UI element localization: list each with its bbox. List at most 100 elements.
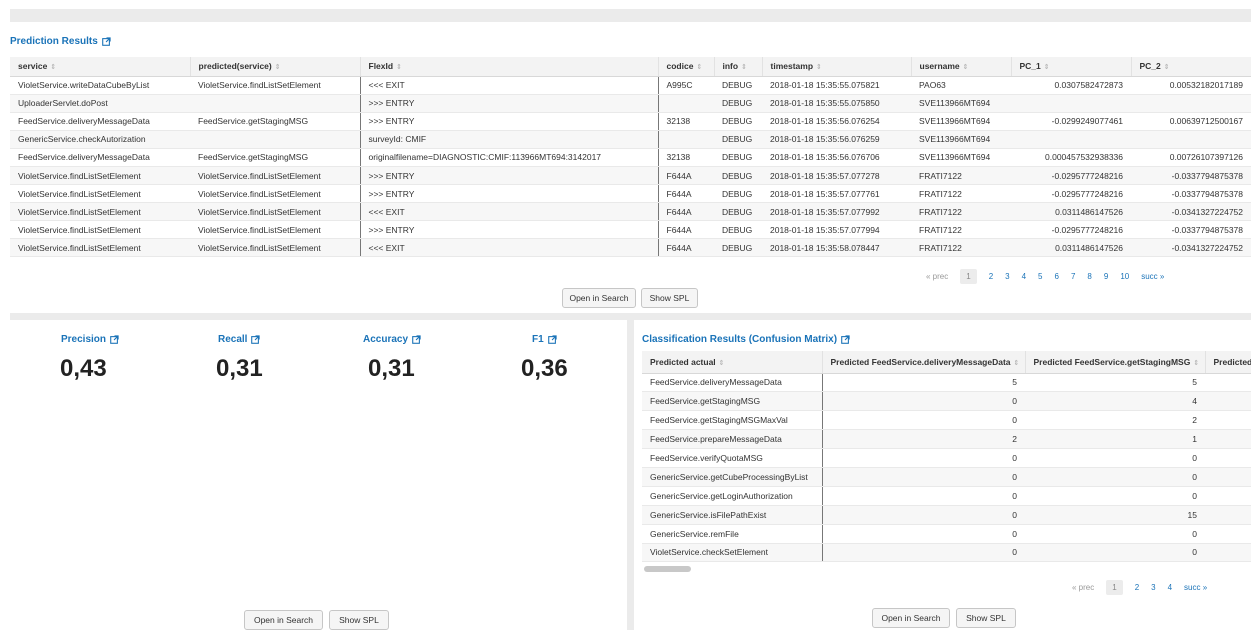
table-row[interactable]: FeedService.prepareMessageData 2 1 (642, 429, 1251, 450)
precision-label[interactable]: Precision (61, 334, 119, 345)
table-cell (1011, 94, 1131, 113)
recall-label[interactable]: Recall (218, 334, 261, 345)
table-row[interactable]: FeedService.deliveryMessageData FeedServi… (10, 112, 1251, 131)
pager-page[interactable]: 4 (1168, 583, 1172, 592)
column-header[interactable]: PC_1 ⇕ (1011, 57, 1132, 77)
pager-page[interactable]: 1 (960, 269, 977, 284)
column-header[interactable]: predicted(service) ⇕ (190, 57, 361, 77)
column-header[interactable]: codice ⇕ (658, 57, 715, 77)
pager-page[interactable]: 2 (1135, 583, 1139, 592)
table-cell: -0.0299249077461 (1011, 112, 1131, 131)
table-row[interactable]: VioletService.findListSetElement VioletSe… (10, 166, 1251, 186)
table-cell: FeedService.deliveryMessageData (642, 373, 823, 393)
pager-page[interactable]: 5 (1038, 272, 1042, 281)
external-link-icon[interactable] (841, 335, 850, 344)
column-header[interactable]: PC_2 ⇕ (1131, 57, 1251, 77)
pager-page[interactable]: 3 (1005, 272, 1009, 281)
external-link-icon[interactable] (547, 335, 557, 344)
column-header[interactable]: Predicted FeedService.getStagingMSG ⇕ (1025, 351, 1206, 374)
table-row[interactable]: FeedService.getStagingMSGMaxVal 0 2 (642, 410, 1251, 431)
pager-page[interactable]: 2 (989, 272, 993, 281)
external-link-icon[interactable] (101, 37, 111, 46)
column-header[interactable]: timestamp ⇕ (762, 57, 912, 77)
table-row[interactable]: VioletService.findListSetElement VioletSe… (10, 220, 1251, 240)
metrics-show-spl-button[interactable]: Show SPL (329, 610, 389, 630)
table-row[interactable]: VioletService.findListSetElement VioletSe… (10, 202, 1251, 222)
external-link-icon[interactable] (412, 335, 421, 344)
table-cell: -0.0337794875378 (1131, 184, 1251, 204)
horizontal-scrollbar-thumb[interactable] (644, 566, 691, 572)
column-header[interactable]: username ⇕ (911, 57, 1012, 77)
confusion-matrix-title[interactable]: Classification Results (Confusion Matrix… (642, 334, 850, 345)
table-row[interactable]: VioletService.writeDataCubeByList VioletS… (10, 76, 1251, 95)
pager-page[interactable]: 8 (1087, 272, 1091, 281)
table-cell: -0.0337794875378 (1131, 166, 1251, 186)
pager-page[interactable]: 7 (1071, 272, 1075, 281)
table-cell: VioletService.findListSetElement (10, 202, 190, 222)
prediction-results-title[interactable]: Prediction Results (10, 36, 111, 47)
table-cell: 0 (1025, 543, 1205, 563)
table-row[interactable]: VioletService.checkSetElement 0 0 (642, 543, 1251, 563)
pager-page[interactable]: 6 (1055, 272, 1059, 281)
table-row[interactable]: FeedService.deliveryMessageData FeedServi… (10, 148, 1251, 167)
sort-icon: ⇕ (816, 64, 822, 72)
table-cell (1205, 524, 1251, 544)
table-row[interactable]: VioletService.findListSetElement VioletSe… (10, 184, 1251, 204)
accuracy-label[interactable]: Accuracy (363, 334, 421, 345)
table-row[interactable]: VioletService.findListSetElement VioletSe… (10, 238, 1251, 258)
open-in-search-button[interactable]: Open in Search (562, 288, 636, 308)
pager-page[interactable]: 10 (1120, 272, 1129, 281)
sort-icon: ⇕ (1193, 359, 1200, 367)
external-link-icon[interactable] (110, 335, 119, 344)
pager-next[interactable]: succ » (1184, 583, 1207, 592)
column-header[interactable]: service ⇕ (10, 57, 191, 77)
confusion-show-spl-button[interactable]: Show SPL (956, 608, 1016, 628)
table-cell: 5 (1025, 373, 1205, 393)
table-row[interactable]: UploaderServlet.doPost >>> ENTRY DEBUG 2018… (10, 94, 1251, 113)
table-cell (1011, 130, 1131, 149)
pager-prev[interactable]: « prec (1072, 583, 1094, 592)
table-cell: DEBUG (714, 184, 762, 204)
pager-page[interactable]: 4 (1022, 272, 1026, 281)
table-cell: GenericService.isFilePathExist (642, 505, 823, 525)
table-cell: VioletService.findListSetElement (190, 184, 360, 204)
confusion-open-in-search-button[interactable]: Open in Search (872, 608, 950, 628)
table-cell (1205, 486, 1251, 506)
table-cell: 0 (1025, 467, 1205, 487)
table-row[interactable]: GenericService.getLoginAuthorization 0 0 (642, 486, 1251, 506)
table-row[interactable]: GenericService.isFilePathExist 0 15 (642, 505, 1251, 525)
table-row[interactable]: GenericService.checkAutorization surveyId… (10, 130, 1251, 149)
table-row[interactable]: FeedService.verifyQuotaMSG 0 0 (642, 448, 1251, 468)
pager-next[interactable]: succ » (1141, 272, 1164, 281)
table-cell: SVE113966MT694 (911, 94, 1011, 113)
metrics-open-in-search-button[interactable]: Open in Search (244, 610, 323, 630)
external-link-icon[interactable] (251, 335, 261, 344)
table-cell: SVE113966MT694 (911, 130, 1011, 149)
f1-value: 0,36 (521, 355, 568, 382)
column-header[interactable]: Predicted actual ⇕ (642, 351, 823, 374)
column-header[interactable]: Predicted (1205, 351, 1251, 374)
pager-page[interactable]: 1 (1106, 580, 1123, 595)
column-header[interactable]: Predicted FeedService.deliveryMessageDat… (822, 351, 1026, 374)
table-cell (1205, 448, 1251, 468)
table-cell: >>> ENTRY (359, 220, 659, 240)
sort-icon: ⇕ (396, 64, 402, 72)
table-row[interactable]: FeedService.deliveryMessageData 5 5 (642, 373, 1251, 393)
table-row[interactable]: GenericService.remFile 0 0 (642, 524, 1251, 544)
table-row[interactable]: GenericService.getCubeProcessingByList 0 0 (642, 467, 1251, 487)
table-cell: 0.000457532938336 (1011, 148, 1131, 167)
pager-page[interactable]: 9 (1104, 272, 1108, 281)
table-cell: F644A (658, 166, 714, 186)
column-header[interactable]: FlexId ⇕ (359, 57, 659, 77)
table-cell: >>> ENTRY (359, 166, 659, 186)
pager-prev[interactable]: « prec (926, 272, 948, 281)
table-row[interactable]: FeedService.getStagingMSG 0 4 (642, 391, 1251, 412)
pager-page[interactable]: 3 (1151, 583, 1155, 592)
table-cell: F644A (658, 202, 714, 222)
show-spl-button[interactable]: Show SPL (641, 288, 698, 308)
table-cell (1131, 130, 1251, 149)
sort-icon: ⇕ (962, 64, 969, 72)
table-cell: 2018-01-18 15:35:58.078447 (762, 238, 911, 258)
column-header[interactable]: info ⇕ (714, 57, 763, 77)
f1-label[interactable]: F1 (532, 334, 557, 345)
